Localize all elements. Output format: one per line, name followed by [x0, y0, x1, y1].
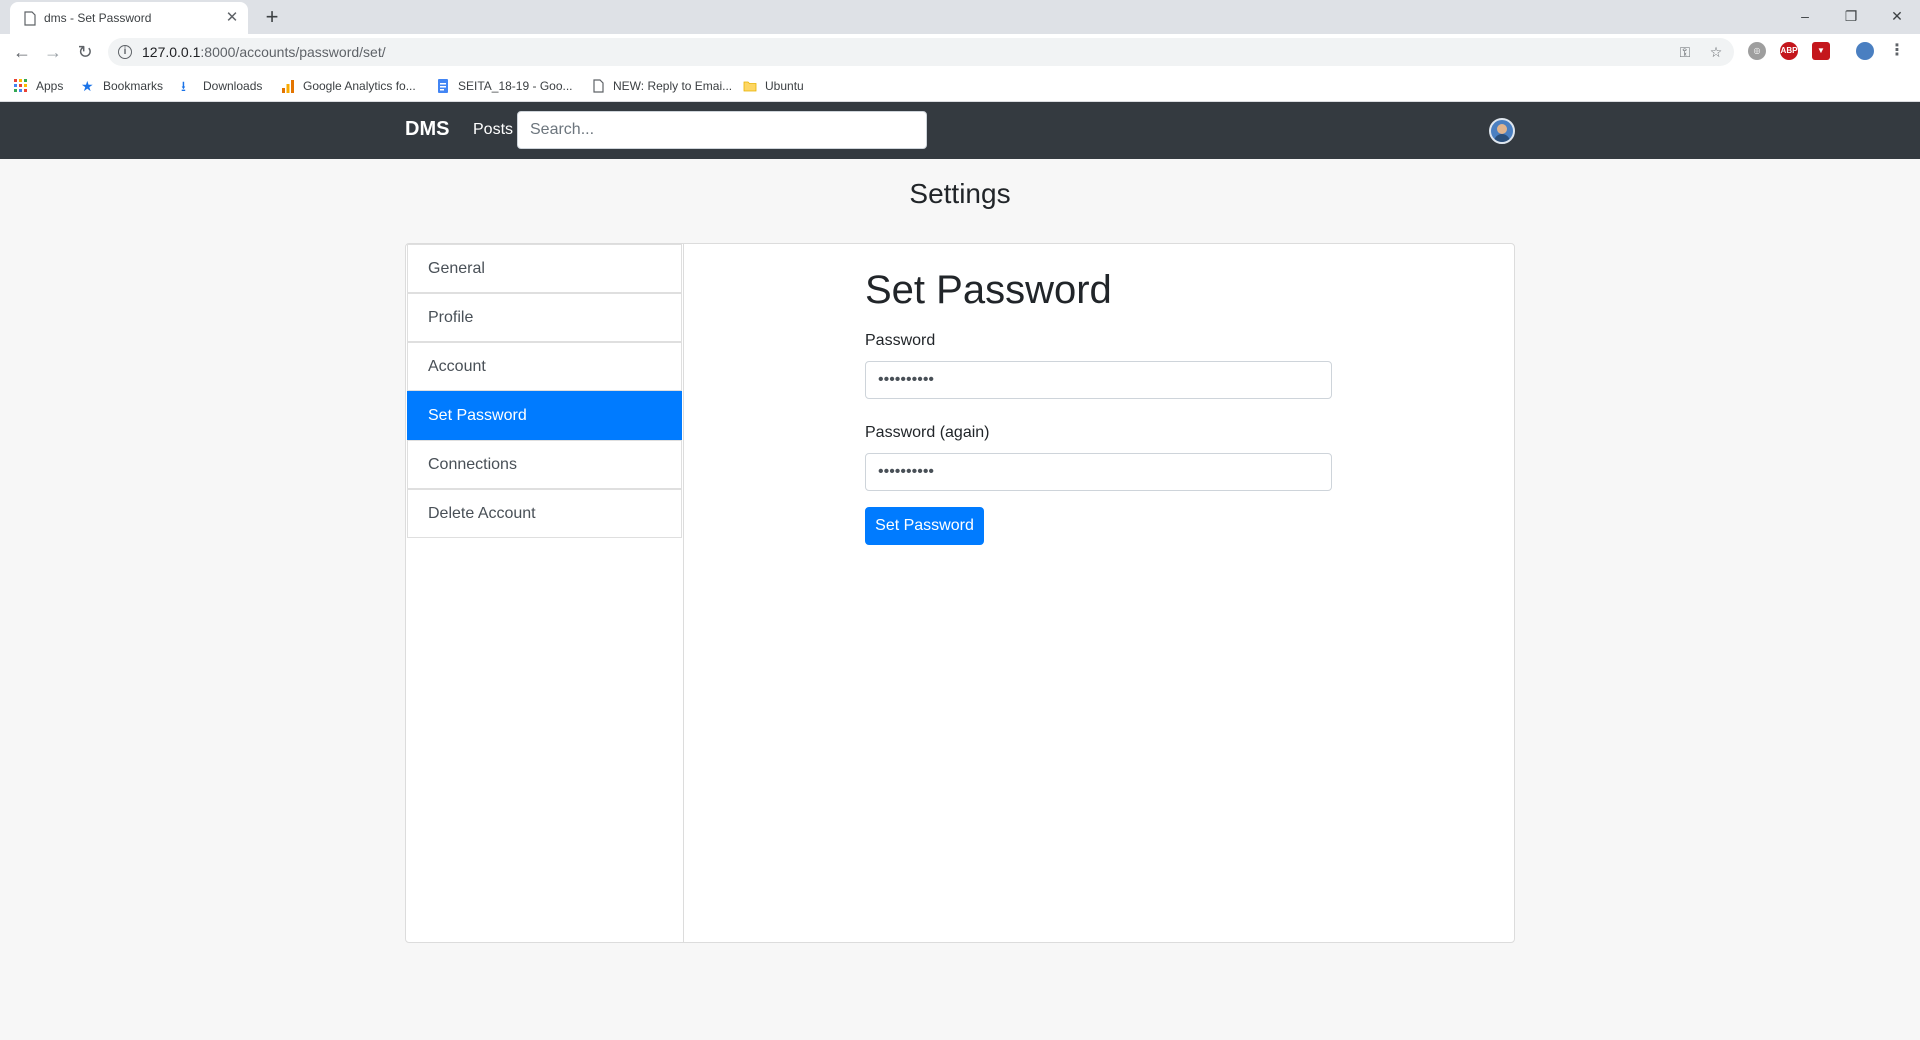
- bookmark-label: Bookmarks: [103, 79, 164, 93]
- site-navbar: DMS Posts: [0, 102, 1920, 159]
- menu-dots-icon[interactable]: ⋮: [1888, 42, 1906, 60]
- bookmarks-bar: Apps ★ Bookmarks ⭳ Downloads Google Anal…: [0, 70, 1920, 102]
- restore-icon[interactable]: ❐: [1828, 2, 1874, 30]
- sidebar-item-set-password[interactable]: Set Password: [407, 391, 682, 440]
- bookmark-label: Apps: [36, 79, 64, 93]
- folder-icon: [743, 81, 757, 92]
- sidebar-item-delete-account[interactable]: Delete Account: [407, 489, 682, 538]
- search-input[interactable]: [517, 111, 927, 149]
- bookmark-label: Downloads: [203, 79, 263, 93]
- shield-extension-icon[interactable]: ▼: [1812, 42, 1830, 60]
- sidebar-item-connections[interactable]: Connections: [407, 440, 682, 489]
- page-icon: [593, 79, 604, 93]
- star-icon: ★: [81, 78, 94, 94]
- bookmark-apps[interactable]: Apps: [14, 70, 63, 102]
- forward-icon[interactable]: →: [41, 40, 65, 64]
- back-icon[interactable]: ←: [10, 40, 34, 64]
- nav-posts-link[interactable]: Posts: [473, 121, 513, 139]
- tab-title: dms - Set Password: [44, 11, 152, 25]
- info-icon[interactable]: i: [118, 45, 132, 59]
- bookmark-label: NEW: Reply to Emai...: [613, 79, 733, 93]
- key-icon[interactable]: ⚿: [1676, 43, 1694, 61]
- password-field[interactable]: [865, 361, 1332, 399]
- page-icon: [24, 11, 36, 26]
- settings-card: General Profile Account Set Password Con…: [405, 243, 1515, 943]
- url-text[interactable]: 127.0.0.1:8000/accounts/password/set/: [142, 44, 386, 60]
- sidebar-item-account[interactable]: Account: [407, 342, 682, 391]
- new-tab-icon[interactable]: +: [260, 5, 284, 29]
- profile-avatar-icon[interactable]: [1856, 42, 1874, 60]
- bookmark-google-analytics[interactable]: Google Analytics fo...: [281, 70, 416, 102]
- browser-tab[interactable]: dms - Set Password ✕: [10, 2, 248, 34]
- extension-icon[interactable]: ◎: [1748, 42, 1766, 60]
- brand-link[interactable]: DMS: [405, 118, 449, 141]
- apps-grid-icon: [14, 79, 27, 92]
- form-title: Set Password: [865, 268, 1112, 312]
- bookmark-bookmarks[interactable]: ★ Bookmarks: [81, 70, 163, 102]
- tab-close-icon[interactable]: ✕: [223, 9, 241, 27]
- password-again-field[interactable]: [865, 453, 1332, 491]
- set-password-button[interactable]: Set Password: [865, 507, 984, 545]
- sidebar-item-general[interactable]: General: [407, 244, 682, 293]
- bookmark-label: Google Analytics fo...: [303, 79, 416, 93]
- browser-toolbar: ← → ↻ i 127.0.0.1:8000/accounts/password…: [0, 34, 1920, 70]
- bookmark-ubuntu[interactable]: Ubuntu: [743, 70, 804, 102]
- bookmark-reply-email[interactable]: NEW: Reply to Emai...: [591, 70, 732, 102]
- star-icon[interactable]: ☆: [1707, 43, 1725, 61]
- doc-icon: [438, 79, 448, 93]
- bookmark-downloads[interactable]: ⭳ Downloads: [181, 70, 262, 102]
- analytics-icon: [282, 80, 294, 93]
- password-again-label: Password (again): [865, 424, 990, 441]
- bookmark-label: SEITA_18-19 - Goo...: [458, 79, 573, 93]
- password-label: Password: [865, 332, 936, 349]
- bookmark-label: Ubuntu: [765, 79, 804, 93]
- close-window-icon[interactable]: ✕: [1874, 2, 1920, 30]
- bookmark-seita[interactable]: SEITA_18-19 - Goo...: [436, 70, 573, 102]
- page-title: Settings: [909, 178, 1011, 209]
- address-bar[interactable]: i 127.0.0.1:8000/accounts/password/set/ …: [108, 38, 1734, 66]
- settings-sidebar: General Profile Account Set Password Con…: [406, 244, 684, 942]
- adblock-icon[interactable]: ABP: [1780, 42, 1798, 60]
- download-icon: ⭳: [181, 78, 186, 94]
- sidebar-item-profile[interactable]: Profile: [407, 293, 682, 342]
- reload-icon[interactable]: ↻: [73, 40, 97, 64]
- browser-tab-strip: dms - Set Password ✕ + – ❐ ✕: [0, 0, 1920, 34]
- user-avatar[interactable]: [1489, 118, 1515, 144]
- minimize-icon[interactable]: –: [1782, 2, 1828, 30]
